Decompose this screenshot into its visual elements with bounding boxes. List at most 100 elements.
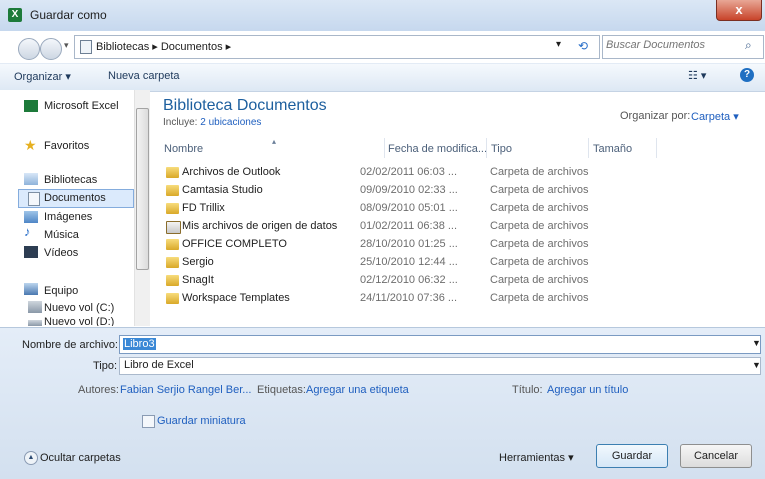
file-name: Sergio	[182, 256, 214, 268]
nav-item-videos[interactable]: Vídeos	[44, 245, 78, 261]
nav-item-musica[interactable]: Música	[44, 227, 79, 243]
pictures-icon	[24, 211, 38, 223]
data-source-icon	[166, 221, 181, 234]
file-type: Carpeta de archivos	[490, 202, 589, 214]
file-type: Carpeta de archivos	[490, 166, 589, 178]
column-header-size[interactable]: Tamaño	[593, 143, 632, 155]
back-button[interactable]	[18, 38, 40, 60]
sort-up-icon: ▴	[272, 137, 277, 146]
file-name: Mis archivos de origen de datos	[182, 220, 338, 232]
file-date: 08/09/2010 05:01 ...	[360, 202, 458, 214]
filename-dropdown-icon[interactable]: ▼	[752, 338, 761, 348]
folder-icon	[166, 239, 179, 250]
file-type: Carpeta de archivos	[490, 238, 589, 250]
tools-button[interactable]: Herramientas ▾	[499, 451, 574, 464]
folder-icon	[166, 293, 179, 304]
file-type: Carpeta de archivos	[490, 220, 589, 232]
column-divider[interactable]	[486, 138, 487, 158]
file-row[interactable]: Camtasia Studio 09/09/2010 02:33 ... Car…	[162, 182, 762, 200]
authors-label: Autores:	[78, 384, 119, 396]
authors-field[interactable]: Fabian Serjio Rangel Ber...	[120, 384, 251, 396]
column-divider[interactable]	[588, 138, 589, 158]
title-label: Título:	[512, 384, 543, 396]
save-thumbnail-checkbox[interactable]	[142, 415, 155, 428]
column-header-date[interactable]: Fecha de modifica...	[388, 143, 487, 155]
search-input[interactable]	[606, 39, 736, 51]
file-row[interactable]: Sergio 25/10/2010 12:44 ... Carpeta de a…	[162, 254, 762, 272]
window-title: Guardar como	[30, 8, 107, 22]
column-divider[interactable]	[656, 138, 657, 158]
view-options-button[interactable]: ☷ ▾	[688, 69, 706, 82]
folder-icon	[166, 185, 179, 196]
nav-item-bibliotecas[interactable]: Bibliotecas	[44, 172, 97, 188]
videos-icon	[24, 246, 38, 258]
address-dropdown-icon[interactable]: ▾	[556, 39, 561, 50]
history-dropdown-icon[interactable]: ▾	[64, 40, 69, 51]
file-date: 01/02/2011 06:38 ...	[360, 220, 458, 232]
excel-icon	[24, 100, 38, 112]
refresh-icon[interactable]: ⟲	[570, 36, 596, 56]
file-date: 09/09/2010 02:33 ...	[360, 184, 458, 196]
close-button[interactable]: x	[716, 0, 762, 21]
tags-field[interactable]: Agregar una etiqueta	[306, 384, 409, 396]
column-divider[interactable]	[384, 138, 385, 158]
file-date: 25/10/2010 12:44 ...	[360, 256, 458, 268]
breadcrumb[interactable]: Bibliotecas ▸ Documentos ▸	[96, 40, 231, 53]
filetype-select[interactable]	[119, 357, 761, 375]
nav-item-drive-d[interactable]: Nuevo vol (D:)	[44, 314, 114, 326]
forward-button[interactable]	[40, 38, 62, 60]
help-icon[interactable]: ?	[740, 68, 754, 82]
save-button[interactable]: Guardar	[596, 444, 668, 468]
nav-item-favoritos[interactable]: Favoritos	[44, 138, 89, 154]
locations-link[interactable]: 2 ubicaciones	[200, 117, 261, 128]
filename-value[interactable]: Libro3	[123, 338, 156, 350]
filetype-value[interactable]: Libro de Excel	[124, 359, 194, 371]
organize-button[interactable]: Organizar ▾	[14, 70, 71, 83]
title-bar	[0, 0, 765, 31]
filetype-dropdown-icon[interactable]: ▼	[752, 360, 761, 370]
nav-item-imagenes[interactable]: Imágenes	[44, 209, 92, 225]
cancel-button[interactable]: Cancelar	[680, 444, 752, 468]
arrange-by-label: Organizar por:	[620, 110, 691, 122]
save-thumbnail-label[interactable]: Guardar miniatura	[157, 415, 246, 427]
file-type: Carpeta de archivos	[490, 256, 589, 268]
file-row[interactable]: FD Trillix 08/09/2010 05:01 ... Carpeta …	[162, 200, 762, 218]
filename-field[interactable]	[119, 335, 761, 354]
folder-icon	[166, 275, 179, 286]
nav-item-microsoft-excel[interactable]: Microsoft Excel	[44, 98, 119, 114]
file-name: OFFICE COMPLETO	[182, 238, 287, 250]
file-type: Carpeta de archivos	[490, 184, 589, 196]
file-row[interactable]: OFFICE COMPLETO 28/10/2010 01:25 ... Car…	[162, 236, 762, 254]
tags-label: Etiquetas:	[257, 384, 306, 396]
search-icon[interactable]: ⌕	[745, 38, 752, 53]
hide-folders-button[interactable]: Ocultar carpetas	[40, 452, 121, 464]
file-type: Carpeta de archivos	[490, 292, 589, 304]
drive-icon	[28, 320, 42, 326]
nav-item-equipo[interactable]: Equipo	[44, 283, 78, 299]
file-date: 02/12/2010 06:32 ...	[360, 274, 458, 286]
file-date: 02/02/2011 06:03 ...	[360, 166, 458, 178]
title-field[interactable]: Agregar un título	[547, 384, 628, 396]
computer-icon	[24, 283, 38, 295]
column-header-type[interactable]: Tipo	[491, 143, 512, 155]
folder-icon	[166, 257, 179, 268]
drive-icon	[28, 301, 42, 313]
file-row[interactable]: SnagIt 02/12/2010 06:32 ... Carpeta de a…	[162, 272, 762, 290]
file-row[interactable]: Workspace Templates 24/11/2010 07:36 ...…	[162, 290, 762, 308]
music-icon: ♪	[24, 224, 31, 239]
file-row[interactable]: Mis archivos de origen de datos 01/02/20…	[162, 218, 762, 236]
chevron-up-icon[interactable]: ▲	[24, 451, 38, 465]
star-icon: ★	[24, 137, 37, 153]
column-header-name[interactable]: Nombre	[164, 143, 203, 155]
filetype-label: Tipo:	[93, 360, 118, 372]
file-name: FD Trillix	[182, 202, 225, 214]
file-type: Carpeta de archivos	[490, 274, 589, 286]
file-row[interactable]: Archivos de Outlook 02/02/2011 06:03 ...…	[162, 164, 762, 182]
new-folder-button[interactable]: Nueva carpeta	[108, 70, 180, 82]
file-name: SnagIt	[182, 274, 214, 286]
arrange-by-dropdown[interactable]: Carpeta ▾	[691, 110, 739, 123]
nav-scrollbar-thumb[interactable]	[136, 108, 149, 270]
file-name: Archivos de Outlook	[182, 166, 281, 178]
filename-label: Nombre de archivo:	[22, 339, 118, 351]
nav-item-documentos[interactable]: Documentos	[44, 190, 106, 206]
